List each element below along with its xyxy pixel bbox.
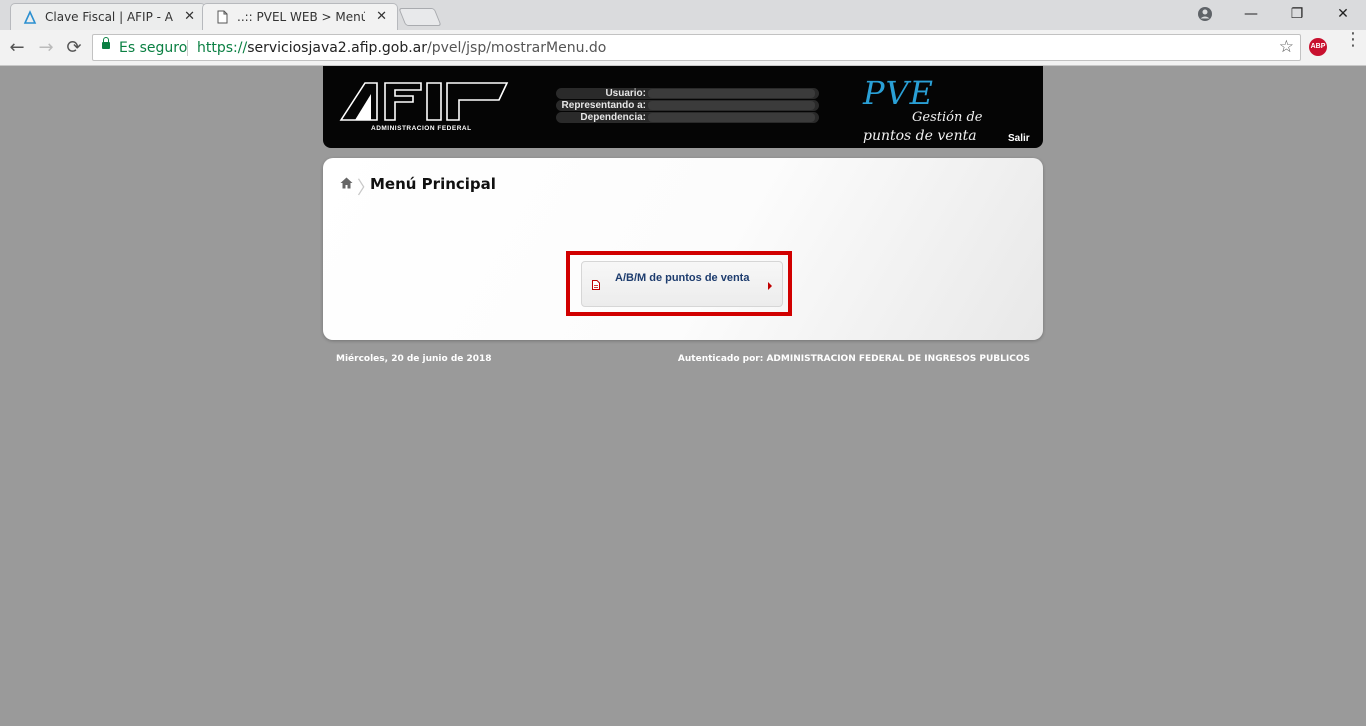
app-subtitle-1: Gestión de (912, 110, 983, 125)
representando-value (648, 101, 815, 110)
secure-label: Es seguro (119, 40, 188, 56)
menu-item-label: A/B/M de puntos de venta (615, 272, 750, 284)
abm-puntos-venta-button[interactable]: A/B/M de puntos de venta (581, 261, 783, 307)
tab-title: ..:: PVEL WEB > Menú Prin (237, 10, 365, 24)
new-tab-button[interactable] (398, 8, 442, 26)
address-separator (187, 40, 188, 56)
minimize-button[interactable]: — (1228, 2, 1274, 26)
tab-title: Clave Fiscal | AFIP - Admi (45, 10, 173, 24)
url-protocol: https:// (197, 40, 248, 56)
app-name: PVE (863, 74, 934, 112)
tab-pvel-web[interactable]: ..:: PVEL WEB > Menú Prin ✕ (202, 3, 398, 30)
dependencia-label: Dependencia: (580, 112, 646, 123)
afip-logo: ADMINISTRACION FEDERAL (339, 82, 509, 132)
user-info: Usuario: Representando a: Dependencia: (556, 88, 819, 124)
representando-field: Representando a: (556, 100, 819, 111)
tab-clave-fiscal[interactable]: Clave Fiscal | AFIP - Admi ✕ (10, 3, 206, 30)
reload-button[interactable]: ⟳ (61, 35, 87, 61)
page-icon (217, 10, 228, 24)
representando-label: Representando a: (561, 100, 646, 111)
auth-prefix: Autenticado por: (677, 354, 764, 364)
tab-close-icon[interactable]: ✕ (376, 9, 387, 24)
browser-menu-icon[interactable]: ⋮ (1344, 31, 1362, 49)
home-icon[interactable] (340, 177, 353, 189)
profile-icon[interactable] (1197, 6, 1213, 22)
url-path: /pvel/jsp/mostrarMenu.do (427, 40, 607, 56)
back-button[interactable]: ← (4, 35, 30, 61)
document-icon (592, 280, 600, 290)
usuario-value (648, 89, 815, 98)
browser-toolbar: ← → ⟳ Es seguro https://serviciosjava2.a… (0, 30, 1366, 66)
adblock-extension-icon[interactable]: ABP (1309, 38, 1327, 56)
logout-link[interactable]: Salir (1008, 133, 1030, 144)
url-host: serviciosjava2.afip.gob.ar (247, 40, 428, 56)
page-title: Menú Principal (370, 175, 496, 193)
dependencia-value (648, 113, 815, 122)
forward-button[interactable]: → (33, 35, 59, 61)
bookmark-star-icon[interactable]: ☆ (1279, 37, 1294, 57)
address-bar[interactable]: Es seguro https://serviciosjava2.afip.go… (92, 34, 1301, 61)
footer-date: Miércoles, 20 de junio de 2018 (336, 354, 492, 364)
close-window-button[interactable]: ✕ (1320, 2, 1366, 26)
lock-icon (102, 37, 110, 49)
tab-close-icon[interactable]: ✕ (184, 9, 195, 24)
afip-favicon-icon (23, 10, 37, 24)
logo-subtitle: ADMINISTRACION FEDERAL (371, 125, 472, 132)
usuario-label: Usuario: (605, 88, 646, 99)
usuario-field: Usuario: (556, 88, 819, 99)
restore-button[interactable]: ❐ (1274, 2, 1320, 26)
tab-strip: Clave Fiscal | AFIP - Admi ✕ ..:: PVEL W… (0, 0, 1366, 30)
url-text[interactable]: https://serviciosjava2.afip.gob.ar/pvel/… (197, 40, 606, 56)
app-subtitle-2: puntos de venta (863, 128, 977, 144)
arrow-right-icon (768, 282, 772, 290)
main-panel: 〉 Menú Principal A/B/M de puntos de vent… (323, 158, 1043, 340)
dependencia-field: Dependencia: (556, 112, 819, 123)
app-header: ADMINISTRACION FEDERAL Usuario: Represen… (323, 66, 1043, 148)
auth-org: ADMINISTRACION FEDERAL DE INGRESOS PUBLI… (766, 354, 1030, 364)
footer-auth: Autenticado por: ADMINISTRACION FEDERAL … (678, 354, 1030, 364)
